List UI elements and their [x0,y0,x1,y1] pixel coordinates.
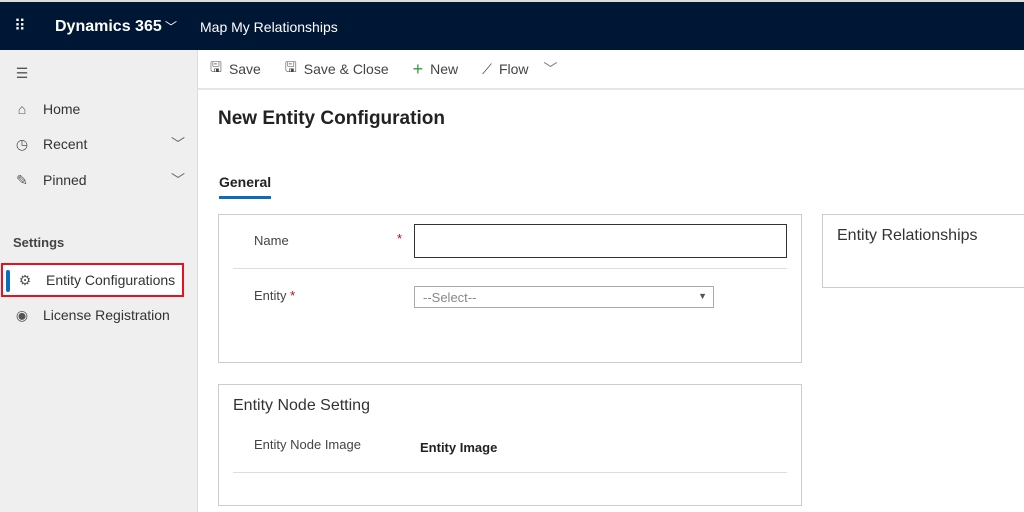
clock-icon: ◷ [15,135,29,152]
flow-icon: ⟋ [482,60,492,77]
entity-node-image-label: Entity Node Image [254,437,361,452]
pin-icon: ✎ [16,171,28,188]
license-icon: ◉ [15,306,29,323]
sidebar-item-recent[interactable]: ◷ Recent ﹀ [0,127,190,161]
section-title: Entity Node Setting [233,397,370,414]
command-bar: 🖫 Save 🖫 Save & Close + New ⟋ Flow ﹀ [198,50,1024,90]
top-bar: ⠿ Dynamics 365 ﹀ Map My Relationships [0,0,1024,50]
flow-button[interactable]: ⟋ Flow ﹀ [482,59,557,79]
hamburger-icon: ☰ [15,64,29,81]
section-title: Entity Relationships [837,227,978,244]
sidebar-item-label: Recent [43,136,88,152]
name-input[interactable] [414,224,787,258]
sidebar: ☰ ⌂ Home ◷ Recent ﹀ ✎ Pinned ﹀ Settings ⚙ Enti… [0,50,198,512]
plus-icon: + [412,58,424,79]
settings-heading: Settings [13,235,65,250]
sidebar-item-entity-configurations[interactable]: ⚙ Entity Configurations [1,263,184,297]
divider [233,472,787,473]
menu-toggle[interactable]: ☰ [0,56,190,90]
home-icon: ⌂ [17,101,27,117]
new-button[interactable]: + New [413,59,459,80]
page-title: New Entity Configuration [218,108,445,129]
required-icon: * [290,288,296,303]
entity-node-setting-section: Entity Node Setting Entity Node Image En… [218,384,802,506]
app-launcher-icon[interactable]: ⠿ [14,16,26,36]
save-button[interactable]: 🖫 Save [210,57,261,81]
save-close-label: Save & Close [303,61,389,77]
entity-select[interactable]: --Select-- ▼ [414,286,714,308]
save-close-button[interactable]: 🖫 Save & Close [285,57,389,81]
save-label: Save [228,61,261,77]
flow-label: Flow [498,61,529,77]
entity-node-image-value[interactable]: Entity Image [420,440,497,455]
new-label: New [430,61,459,77]
general-section: Name * Entity * --Select-- ▼ [218,214,802,363]
tab-general[interactable]: General [219,174,272,199]
entity-label: Entity * [254,288,295,303]
sidebar-item-license-registration[interactable]: ◉ License Registration [0,298,190,332]
app-name[interactable]: Map My Relationships [200,19,338,35]
sidebar-item-home[interactable]: ⌂ Home [0,92,190,126]
sidebar-item-label: Home [43,101,81,117]
gears-icon: ⚙ [18,271,32,288]
save-icon: 🖫 [210,59,222,75]
sidebar-item-label: Pinned [43,172,87,188]
entity-relationships-section: Entity Relationships [822,214,1024,288]
divider [233,268,787,269]
name-label: Name [254,233,289,248]
entity-label-text: Entity [254,288,287,303]
required-icon: * [397,231,403,246]
entity-select-value: --Select-- [423,290,477,305]
chevron-down-icon[interactable]: ﹀ [171,134,185,154]
chevron-down-icon: ﹀ [543,61,558,77]
sidebar-item-pinned[interactable]: ✎ Pinned ﹀ [0,163,190,197]
dropdown-arrow-icon: ▼ [698,291,707,301]
brand[interactable]: Dynamics 365 [55,18,162,36]
sidebar-item-label: License Registration [43,307,170,323]
chevron-down-icon[interactable]: ﹀ [171,170,185,190]
sidebar-item-label: Entity Configurations [46,272,176,288]
save-close-icon: 🖫 [284,59,297,75]
chevron-down-icon[interactable]: ﹀ [165,18,177,35]
